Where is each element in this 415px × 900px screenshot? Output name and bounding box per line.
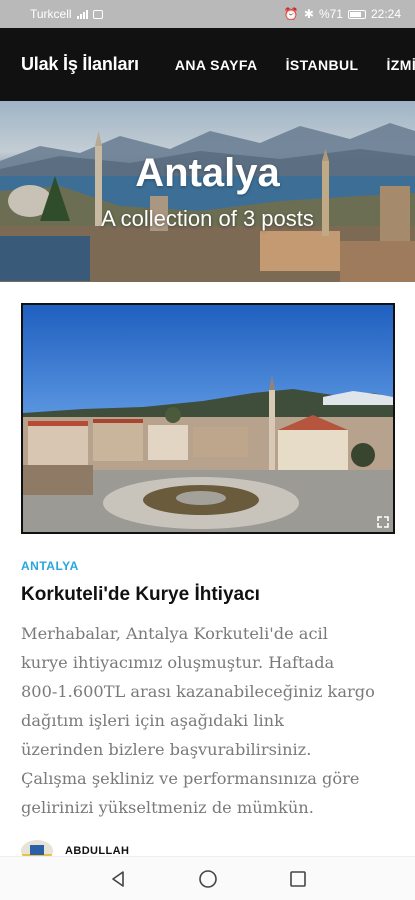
clock-time: 22:24 bbox=[370, 7, 401, 21]
post-title[interactable]: Korkuteli'de Kurye İhtiyacı bbox=[21, 584, 260, 606]
status-right: ⏰ ✱ %71 22:24 bbox=[284, 7, 401, 21]
post-feature-image[interactable] bbox=[21, 303, 395, 534]
hero-banner: Antalya A collection of 3 posts bbox=[0, 101, 415, 282]
alarm-icon: ⏰ bbox=[283, 7, 299, 21]
nav-link-izmir[interactable]: İZMİR bbox=[387, 57, 415, 73]
post-excerpt: Merhabalar, Antalya Korkuteli'de acil ku… bbox=[21, 619, 401, 822]
hero-title: Antalya bbox=[135, 151, 280, 195]
excerpt-line: 800-1.600TL arası kazanabileceğiniz karg… bbox=[21, 682, 375, 701]
hero-subtitle: A collection of 3 posts bbox=[101, 206, 314, 231]
system-navigation-bar bbox=[0, 856, 415, 900]
status-bar: Turkcell ⏰ ✱ %71 22:24 bbox=[0, 0, 415, 28]
carrier-label: Turkcell bbox=[30, 7, 72, 21]
excerpt-line: kurye ihtiyacımız oluşmuştur. Haftada bbox=[21, 653, 335, 672]
excerpt-line: gelirinizi yükseltmeniz de mümkün. bbox=[21, 798, 314, 817]
battery-percent: %71 bbox=[318, 7, 343, 21]
site-brand[interactable]: Ulak İş İlanları bbox=[21, 54, 139, 75]
nav-link-istanbul[interactable]: İSTANBUL bbox=[286, 57, 359, 73]
expand-icon[interactable] bbox=[377, 516, 389, 528]
excerpt-line: Merhabalar, Antalya Korkuteli'de acil bbox=[21, 624, 328, 643]
sim-icon bbox=[92, 9, 103, 19]
home-icon[interactable] bbox=[196, 867, 220, 891]
back-icon[interactable] bbox=[106, 867, 130, 891]
bluetooth-icon: ✱ bbox=[303, 7, 314, 21]
post-category-link[interactable]: ANTALYA bbox=[21, 559, 79, 573]
recents-icon[interactable] bbox=[286, 867, 310, 891]
signal-icon bbox=[76, 9, 88, 19]
status-left: Turkcell bbox=[30, 7, 103, 21]
excerpt-line: üzerinden bizlere başvurabilirsiniz. bbox=[21, 740, 312, 759]
battery-icon bbox=[347, 9, 366, 19]
excerpt-line: Çalışma şekliniz ve performansınıza göre bbox=[21, 769, 360, 788]
korkuteli-town-image bbox=[23, 305, 393, 532]
nav-link-ana-sayfa[interactable]: ANA SAYFA bbox=[175, 57, 258, 73]
site-navbar: Ulak İş İlanları ANA SAYFA İSTANBUL İZMİ… bbox=[0, 28, 415, 101]
excerpt-line: dağıtım işleri için aşağıdaki link bbox=[21, 711, 284, 730]
